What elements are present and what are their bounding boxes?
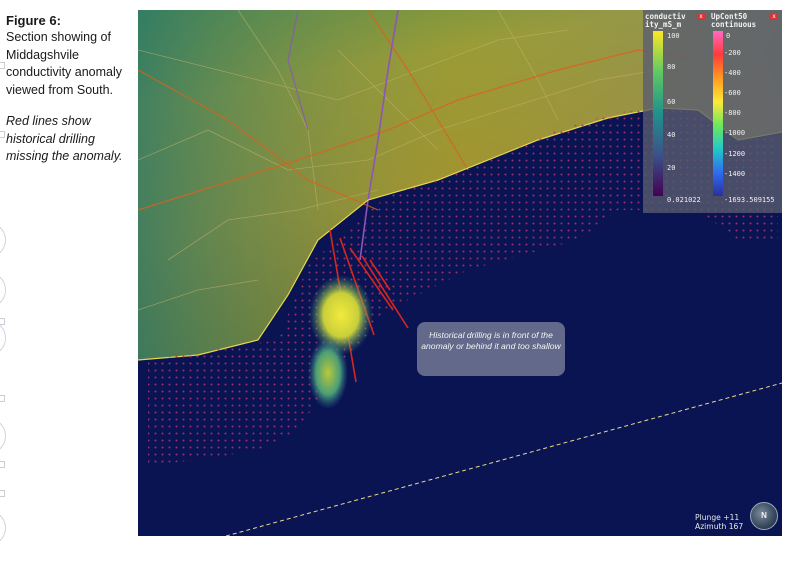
legend-tick: 0.021022 bbox=[667, 196, 701, 204]
legend-tick: -200 bbox=[724, 49, 741, 57]
legend-tick: -800 bbox=[724, 109, 741, 117]
legend-tick: 40 bbox=[667, 131, 676, 139]
legend-tick: 0 bbox=[726, 32, 731, 40]
page-margin-arc bbox=[0, 222, 6, 258]
annotation-box: Historical drilling is in front of the a… bbox=[417, 322, 565, 376]
page-margin-tick bbox=[0, 461, 5, 468]
legend-conductivity-title: conductiv ity_mS_m bbox=[645, 12, 686, 29]
legend-tick: -1400 bbox=[724, 170, 746, 178]
page-margin-tick bbox=[0, 131, 5, 138]
figure-description: Section showing of Middagshvile conducti… bbox=[6, 30, 123, 97]
legend-tick: 80 bbox=[667, 63, 676, 71]
legend-tick: -1200 bbox=[724, 150, 746, 158]
compass-icon[interactable]: N bbox=[750, 502, 778, 530]
legend-tick: -600 bbox=[724, 89, 741, 97]
figure-note: Red lines show historical drilling missi… bbox=[6, 114, 123, 163]
page-margin-tick bbox=[0, 62, 5, 69]
page-margin-arc bbox=[0, 418, 6, 454]
legend-tick: 60 bbox=[667, 98, 676, 106]
plunge-label: Plunge +11 bbox=[695, 513, 740, 522]
upcont-colorbar bbox=[713, 31, 723, 196]
close-icon[interactable]: x bbox=[770, 13, 778, 20]
legend-upcont-title: UpCont50 continuous bbox=[711, 12, 757, 29]
page-margin-tick bbox=[0, 318, 5, 325]
conductivity-anomaly bbox=[308, 275, 373, 409]
figure-caption: Figure 6: Section showing of Middagshvil… bbox=[6, 12, 134, 166]
legend-tick: 100 bbox=[667, 32, 680, 40]
azimuth-label: Azimuth 167 bbox=[695, 522, 744, 531]
legend-tick: -1000 bbox=[724, 129, 746, 137]
close-icon[interactable]: x bbox=[697, 13, 705, 20]
legend-tick: -400 bbox=[724, 69, 741, 77]
section-view-figure: conductiv ity_mS_m x 100 80 60 40 20 0.0… bbox=[138, 10, 782, 536]
page-margin-tick bbox=[0, 395, 5, 402]
page-margin-arc bbox=[0, 320, 6, 356]
page-margin-arc bbox=[0, 272, 6, 308]
color-legend-panel: conductiv ity_mS_m x 100 80 60 40 20 0.0… bbox=[643, 10, 782, 213]
conductivity-colorbar bbox=[653, 31, 663, 196]
page-margin-tick bbox=[0, 490, 5, 497]
view-orientation: Plunge +11 Azimuth 167 bbox=[695, 513, 743, 531]
legend-tick: 20 bbox=[667, 164, 676, 172]
page-margin-arc bbox=[0, 510, 6, 546]
figure-title: Figure 6: bbox=[6, 13, 61, 28]
legend-tick: -1693.509155 bbox=[724, 196, 775, 204]
